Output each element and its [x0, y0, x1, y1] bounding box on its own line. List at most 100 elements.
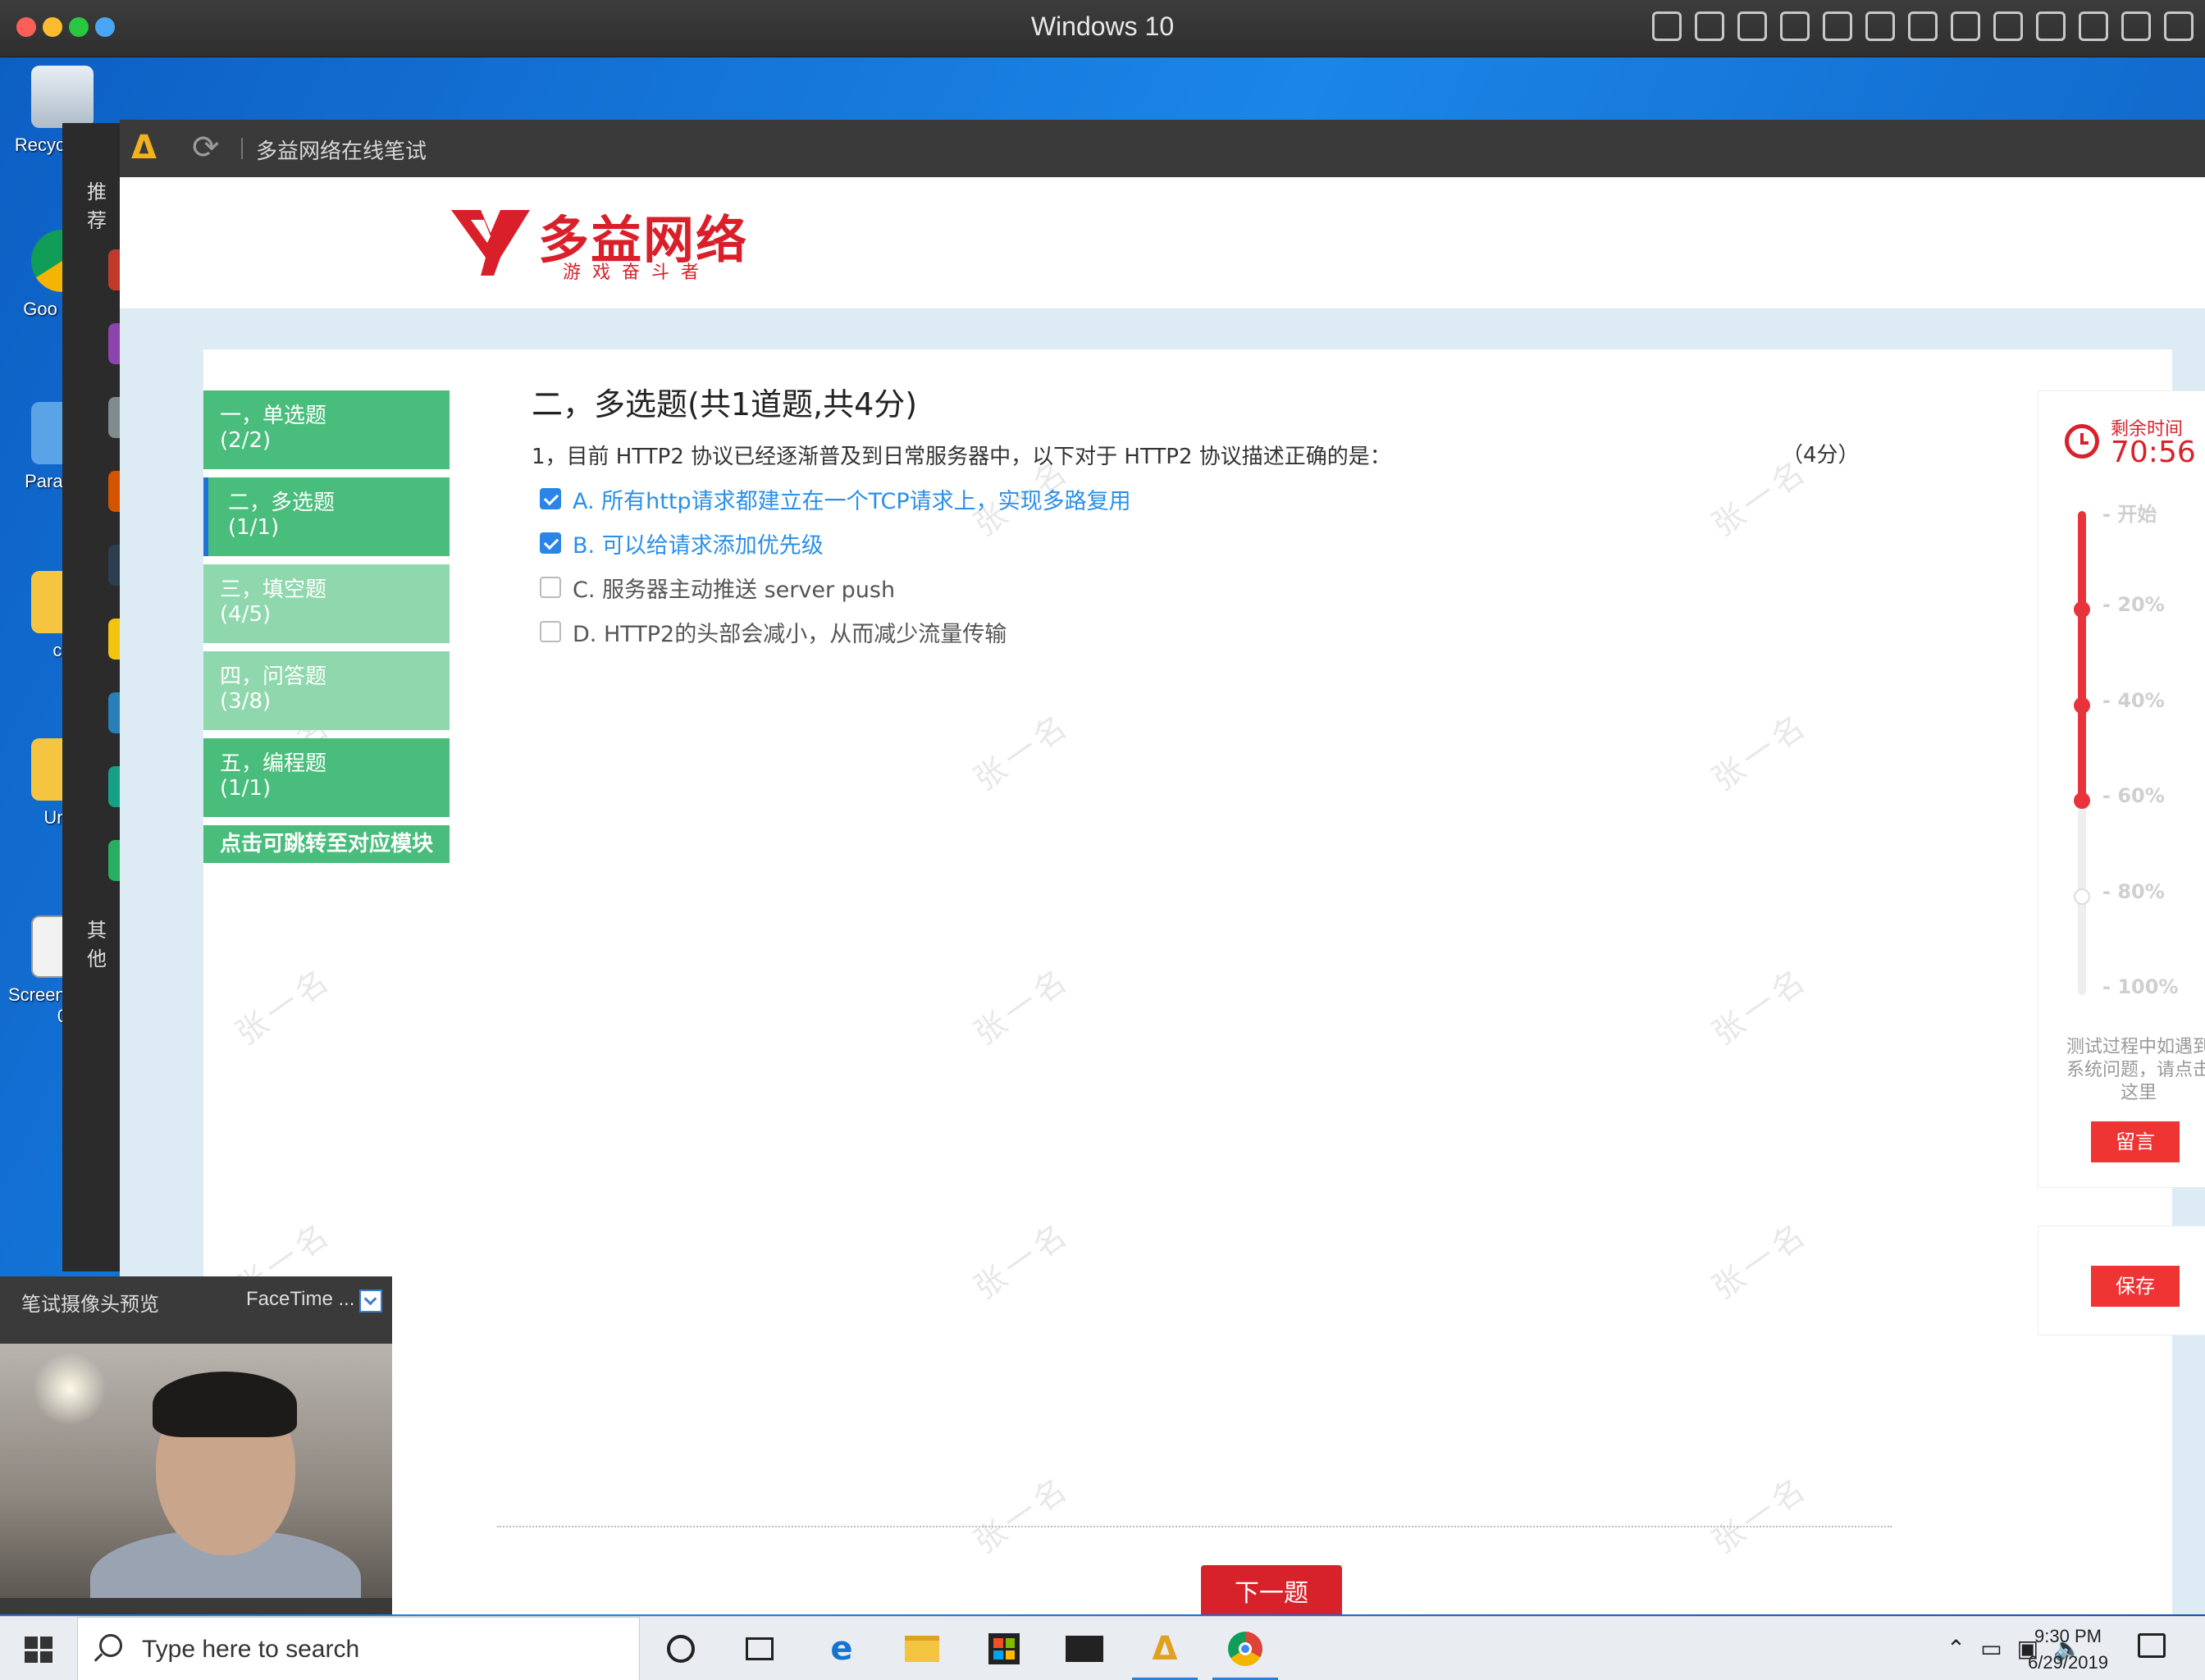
- start-button[interactable]: [0, 1617, 77, 1680]
- brand-logo-icon: [451, 210, 530, 276]
- save-button[interactable]: 保存: [2091, 1266, 2180, 1307]
- windows-logo-icon: [25, 1637, 52, 1663]
- background-app-window: 推荐 其他: [62, 123, 141, 1271]
- timer-panel: 剩余时间 70:56 - 开始 - 20% - 40% - 60% - 80% - 100…: [2038, 390, 2205, 1188]
- store-icon[interactable]: [981, 1627, 1027, 1671]
- option-label: B. 可以给请求添加优先级: [573, 532, 824, 559]
- save-panel: 保存: [2038, 1226, 2205, 1335]
- watermark: 张一名: [1705, 705, 1815, 798]
- disc-icon[interactable]: [1780, 11, 1810, 41]
- disc-icon[interactable]: [1823, 11, 1852, 41]
- checkbox-icon[interactable]: [540, 621, 561, 642]
- camera-preview-title: 笔试摄像头预览: [21, 1293, 159, 1316]
- reload-icon[interactable]: ⟳: [192, 130, 228, 166]
- watermark: 张一名: [1705, 960, 1815, 1052]
- window-title: 多益网络在线笔试: [256, 139, 427, 164]
- bg-label: 其他: [87, 919, 107, 970]
- cpu-icon[interactable]: [1695, 11, 1724, 41]
- checkbox-checked-icon[interactable]: [540, 488, 561, 509]
- camera-feed: [0, 1344, 392, 1598]
- nav-item-label: 四，问答题: [220, 664, 327, 689]
- file-explorer-icon[interactable]: [899, 1627, 945, 1671]
- watermark: 张一名: [1705, 1468, 1815, 1561]
- nav-item-short-answer[interactable]: 四，问答题 (3/8): [203, 651, 450, 730]
- browser-title-bar: Δ ⟳ 多益网络在线笔试: [120, 120, 2205, 177]
- recycle-bin-icon: [31, 66, 94, 128]
- notification-icon[interactable]: [2138, 1633, 2166, 1658]
- task-view-icon[interactable]: [737, 1627, 783, 1671]
- back-arrow-icon[interactable]: [2121, 11, 2151, 41]
- progress-dot: [2074, 601, 2090, 619]
- vm-toolbar: [1652, 11, 2194, 41]
- progress-tick-label: - 60%: [2102, 784, 2165, 808]
- exam-app-icon[interactable]: Δ: [1132, 1627, 1198, 1680]
- nav-item-count: (1/1): [228, 515, 280, 540]
- shared-folder-icon[interactable]: [2079, 11, 2108, 41]
- mail-icon[interactable]: [1061, 1627, 1107, 1671]
- question-score: （4分）: [1782, 443, 1860, 468]
- brand-slogan: 游戏奋斗者: [563, 262, 711, 283]
- edge-icon[interactable]: e: [819, 1627, 865, 1671]
- watermark: 张一名: [1705, 1214, 1815, 1307]
- watermark: 张一名: [967, 705, 1077, 798]
- nav-item-programming[interactable]: 五，编程题 (1/1): [203, 738, 450, 817]
- battery-icon[interactable]: ▭: [1980, 1635, 2002, 1662]
- nav-item-multiple-choice[interactable]: 二，多选题 (1/1): [203, 477, 450, 556]
- option-label: D. HTTP2的头部会减小，从而减少流量传输: [573, 621, 1007, 647]
- usb-icon[interactable]: [1737, 11, 1767, 41]
- page-header: 多益网络 游戏奋斗者: [120, 177, 2205, 308]
- exam-card: 张一名 张一名 张一名 张一名 张一名 张一名 张一名 张一名 张一名 张一名 …: [203, 349, 2172, 1614]
- watermark: 张一名: [967, 1214, 1077, 1307]
- section-nav: 一，单选题 (2/2) 二，多选题 (1/1) 三，填空题 (4/5) 四，问答…: [203, 390, 450, 863]
- nav-item-count: (4/5): [220, 602, 272, 627]
- progress-fill: [2078, 511, 2086, 801]
- camera-device-name: FaceTime ...: [246, 1288, 355, 1310]
- nav-item-count: (2/2): [220, 428, 272, 453]
- watermark: 张一名: [229, 960, 339, 1052]
- mac-title-bar: Windows 10: [0, 0, 2205, 57]
- option-b[interactable]: B. 可以给请求添加优先级: [540, 527, 824, 559]
- progress-dot: [2074, 888, 2090, 905]
- chevron-up-icon[interactable]: ⌃: [1947, 1635, 1965, 1662]
- checkbox-checked-icon[interactable]: [540, 532, 561, 554]
- nav-hint: 点击可跳转至对应模块: [203, 825, 450, 863]
- device-icon[interactable]: [1993, 11, 2023, 41]
- camera-preview-panel[interactable]: 笔试摄像头预览 FaceTime ...: [0, 1276, 392, 1614]
- network-icon[interactable]: [1908, 11, 1938, 41]
- timer-value: 70:56: [2111, 436, 2196, 469]
- speaker-icon[interactable]: [1951, 11, 1980, 41]
- nav-item-label: 三，填空题: [220, 578, 327, 602]
- chevron-down-icon[interactable]: [359, 1290, 382, 1312]
- gear-icon[interactable]: [2164, 11, 2194, 41]
- message-button[interactable]: 留言: [2091, 1121, 2180, 1162]
- taskbar-search[interactable]: Type here to search: [77, 1617, 640, 1680]
- progress-tick-label: - 40%: [2102, 688, 2165, 712]
- cortana-icon[interactable]: [658, 1627, 704, 1671]
- progress-tick-label: - 80%: [2102, 879, 2165, 903]
- option-d[interactable]: D. HTTP2的头部会减小，从而减少流量传输: [540, 615, 1007, 648]
- section-title: 二，多选题(共1道题,共4分): [532, 386, 918, 422]
- option-a[interactable]: A. 所有http请求都建立在一个TCP请求上，实现多路复用: [540, 482, 1131, 515]
- chrome-icon[interactable]: [1212, 1627, 1278, 1680]
- option-c[interactable]: C. 服务器主动推送 server push: [540, 571, 895, 604]
- taskbar-clock[interactable]: 9:30 PM 6/29/2019: [2006, 1623, 2130, 1676]
- nav-item-single-choice[interactable]: 一，单选题 (2/2): [203, 390, 450, 469]
- app-logo-icon: Δ: [131, 129, 157, 167]
- keyboard-icon[interactable]: [1652, 11, 1682, 41]
- person-hair: [153, 1372, 297, 1437]
- nav-item-fill-blank[interactable]: 三，填空题 (4/5): [203, 564, 450, 643]
- help-text: 测试过程中如遇到系统问题，请点击这里: [2066, 1037, 2205, 1103]
- search-placeholder: Type here to search: [142, 1636, 360, 1663]
- next-question-button[interactable]: 下一题: [1201, 1565, 1342, 1614]
- progress-dot: [2074, 792, 2090, 810]
- camera-icon[interactable]: [2036, 11, 2066, 41]
- option-label: A. 所有http请求都建立在一个TCP请求上，实现多路复用: [573, 488, 1131, 514]
- footer-divider: [497, 1526, 1892, 1527]
- nav-item-label: 五，编程题: [220, 751, 327, 776]
- checkbox-icon[interactable]: [540, 577, 561, 598]
- progress-tick-label: - 开始: [2102, 503, 2157, 526]
- progress-tick-label: - 20%: [2102, 593, 2165, 617]
- progress-tick-label: - 100%: [2102, 975, 2179, 998]
- exam-browser-window: Δ ⟳ 多益网络在线笔试 多益网络 游戏奋斗者 张一名 张一名 张一名 张一名 …: [120, 120, 2205, 1614]
- network-off-icon[interactable]: [1865, 11, 1895, 41]
